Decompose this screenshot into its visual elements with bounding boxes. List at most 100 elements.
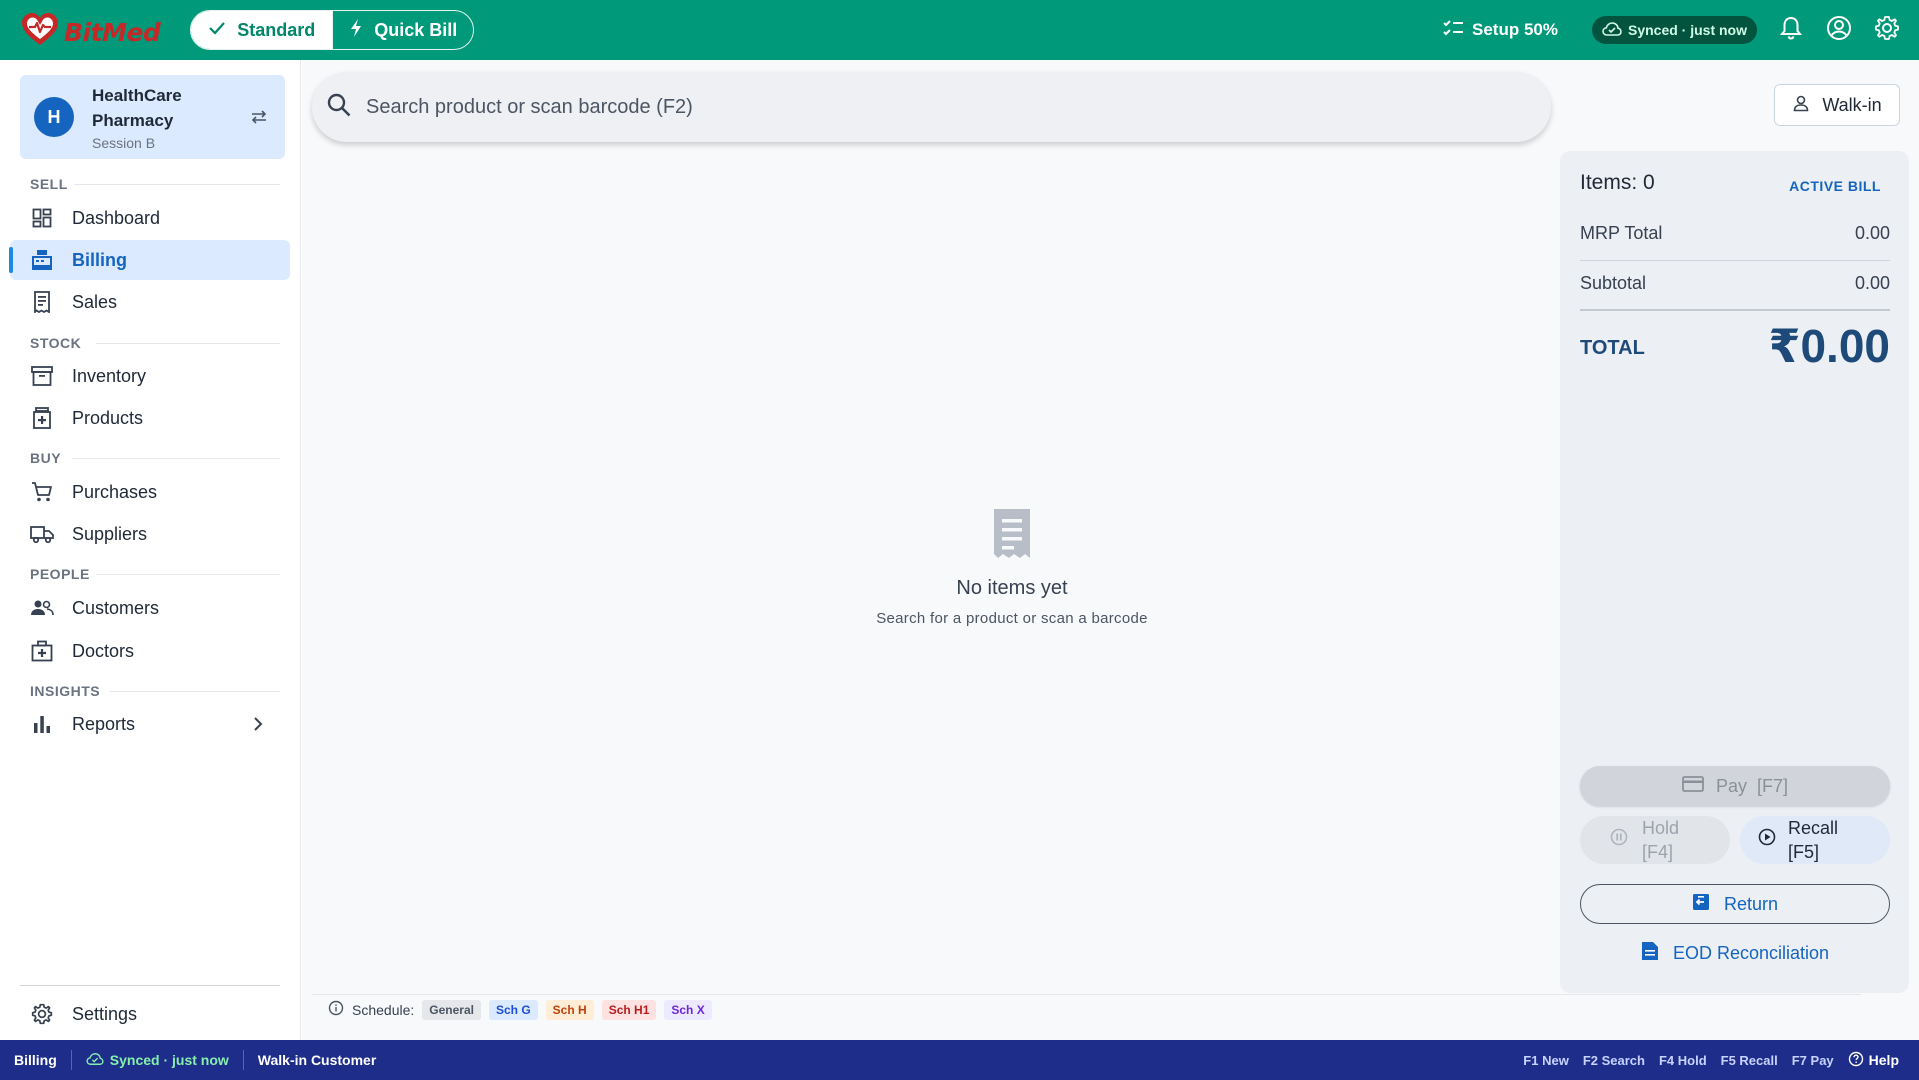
section-divider <box>110 691 280 692</box>
bill-summary-panel: Items: 0 ACTIVE BILL MRP Total 0.00 Subt… <box>1560 151 1909 993</box>
empty-state: No items yet Search for a product or sca… <box>862 505 1162 627</box>
mrp-total-row: MRP Total 0.00 <box>1580 223 1890 244</box>
bar-chart-icon <box>30 712 54 736</box>
active-bill-badge: ACTIVE BILL <box>1789 178 1881 194</box>
sidebar-item-label: Settings <box>72 1003 138 1024</box>
status-page: Billing <box>0 1050 71 1070</box>
notifications-button[interactable] <box>1777 16 1805 44</box>
brand-logo[interactable]: BitMed <box>20 12 161 53</box>
sidebar-item-inventory[interactable]: Inventory <box>10 356 290 396</box>
status-customer: Walk-in Customer <box>242 1050 391 1070</box>
sidebar-item-dashboard[interactable]: Dashboard <box>10 198 290 238</box>
sidebar-item-label: Doctors <box>72 640 135 661</box>
sidebar-item-reports[interactable]: Reports <box>10 704 290 744</box>
status-page-label: Billing <box>14 1052 57 1068</box>
swap-icon[interactable] <box>249 107 269 127</box>
shortcut-recall: F5 Recall <box>1720 1052 1778 1068</box>
walk-in-label: Walk-in <box>1822 94 1882 115</box>
mode-quick-bill-label: Quick Bill <box>374 19 458 40</box>
hold-button[interactable]: Hold [F4] <box>1580 816 1730 864</box>
eod-reconciliation-button[interactable]: EOD Reconciliation <box>1580 936 1890 970</box>
return-box-icon <box>1692 893 1710 916</box>
sync-status-label: Synced · just now <box>1627 22 1747 38</box>
search-icon <box>326 92 352 123</box>
sidebar-item-doctors[interactable]: Doctors <box>10 631 290 671</box>
sync-status-badge[interactable]: Synced · just now <box>1591 16 1757 44</box>
gear-icon <box>30 1002 54 1026</box>
heart-logo-icon <box>20 12 60 53</box>
section-divider <box>72 458 280 459</box>
sidebar-item-label: Suppliers <box>72 523 148 544</box>
sidebar-item-settings[interactable]: Settings <box>10 994 290 1034</box>
check-icon <box>207 18 227 43</box>
sidebar-item-label: Billing <box>72 249 127 270</box>
section-stock: STOCK <box>30 335 82 351</box>
sidebar-item-sales[interactable]: Sales <box>10 282 290 322</box>
account-button[interactable] <box>1825 15 1853 44</box>
help-label: Help <box>1868 1052 1899 1068</box>
walk-in-customer-button[interactable]: Walk-in <box>1774 84 1900 126</box>
mrp-total-label: MRP Total <box>1580 223 1663 243</box>
sidebar-item-purchases[interactable]: Purchases <box>10 472 290 512</box>
medical-bag-icon <box>30 639 54 663</box>
schedule-legend: Schedule: General Sch G Sch H Sch H1 Sch… <box>312 994 1861 1024</box>
top-right-actions: Setup 50% Synced · just now <box>1442 0 1901 60</box>
hold-label: Hold [F4] <box>1642 816 1679 864</box>
mode-standard-button[interactable]: Standard <box>191 11 332 49</box>
schedule-tag-general: General <box>422 999 481 1020</box>
hold-label-line2: [F4] <box>1642 842 1674 862</box>
cloud-check-icon <box>1602 21 1622 40</box>
gear-icon <box>1874 15 1900 46</box>
schedule-tag-sch-x: Sch X <box>664 999 712 1020</box>
sidebar-item-label: Purchases <box>72 481 158 502</box>
keyboard-shortcuts: F1 New F2 Search F4 Hold F5 Recall F7 Pa… <box>1523 1051 1899 1070</box>
bill-items-count: Items: 0 <box>1580 171 1655 194</box>
medicine-bottle-icon <box>30 406 54 430</box>
product-search-input[interactable] <box>366 95 1466 119</box>
cash-register-icon <box>30 248 54 272</box>
section-divider <box>96 574 280 575</box>
status-sync-label: Synced · just now <box>109 1052 229 1068</box>
status-bar: Billing Synced · just now Walk-in Custom… <box>0 1040 1919 1080</box>
store-switcher[interactable]: H HealthCare Pharmacy Session B <box>20 75 285 159</box>
help-button[interactable]: Help <box>1848 1051 1899 1070</box>
status-customer-label: Walk-in Customer <box>257 1052 377 1068</box>
section-insights: INSIGHTS <box>30 683 101 699</box>
product-search-bar[interactable] <box>312 72 1551 142</box>
sidebar-item-label: Dashboard <box>72 207 161 228</box>
checklist-icon <box>1442 18 1464 43</box>
subtotal-row: Subtotal 0.00 <box>1580 273 1890 294</box>
shortcut-new: F1 New <box>1523 1052 1569 1068</box>
empty-state-title: No items yet <box>956 577 1068 599</box>
sidebar-item-suppliers[interactable]: Suppliers <box>10 514 290 554</box>
sidebar-item-billing[interactable]: Billing <box>9 240 290 280</box>
sidebar-item-label: Reports <box>72 713 136 734</box>
section-people: PEOPLE <box>30 566 90 582</box>
pay-button[interactable]: Pay [F7] <box>1580 766 1890 806</box>
empty-state-subtitle: Search for a product or scan a barcode <box>876 610 1148 627</box>
return-button[interactable]: Return <box>1580 884 1890 924</box>
mode-quick-bill-button[interactable]: Quick Bill <box>331 11 474 49</box>
pay-label: Pay [F7] <box>1715 775 1789 796</box>
sidebar-item-customers[interactable]: Customers <box>10 588 290 628</box>
shopping-cart-icon <box>30 480 54 504</box>
play-circle-icon <box>1758 828 1776 852</box>
settings-button[interactable] <box>1873 15 1901 46</box>
dashboard-icon <box>30 206 54 230</box>
recall-button[interactable]: Recall [F5] <box>1740 816 1890 864</box>
status-bar-left: Billing Synced · just now Walk-in Custom… <box>0 1040 390 1080</box>
setup-progress-button[interactable]: Setup 50% <box>1442 18 1558 43</box>
receipt-icon <box>30 290 54 314</box>
return-label: Return <box>1723 893 1779 914</box>
shortcut-search: F2 Search <box>1582 1052 1645 1068</box>
sidebar-divider <box>20 985 280 986</box>
mrp-total-value: 0.00 <box>1854 223 1890 243</box>
info-icon <box>328 1000 344 1019</box>
section-divider <box>74 184 280 185</box>
schedule-tag-sch-g: Sch G <box>488 999 538 1020</box>
sidebar-item-products[interactable]: Products <box>10 398 290 438</box>
users-icon <box>30 596 54 620</box>
pause-circle-icon <box>1610 828 1628 852</box>
receipt-icon <box>985 505 1039 561</box>
brand-name: BitMed <box>64 18 161 47</box>
